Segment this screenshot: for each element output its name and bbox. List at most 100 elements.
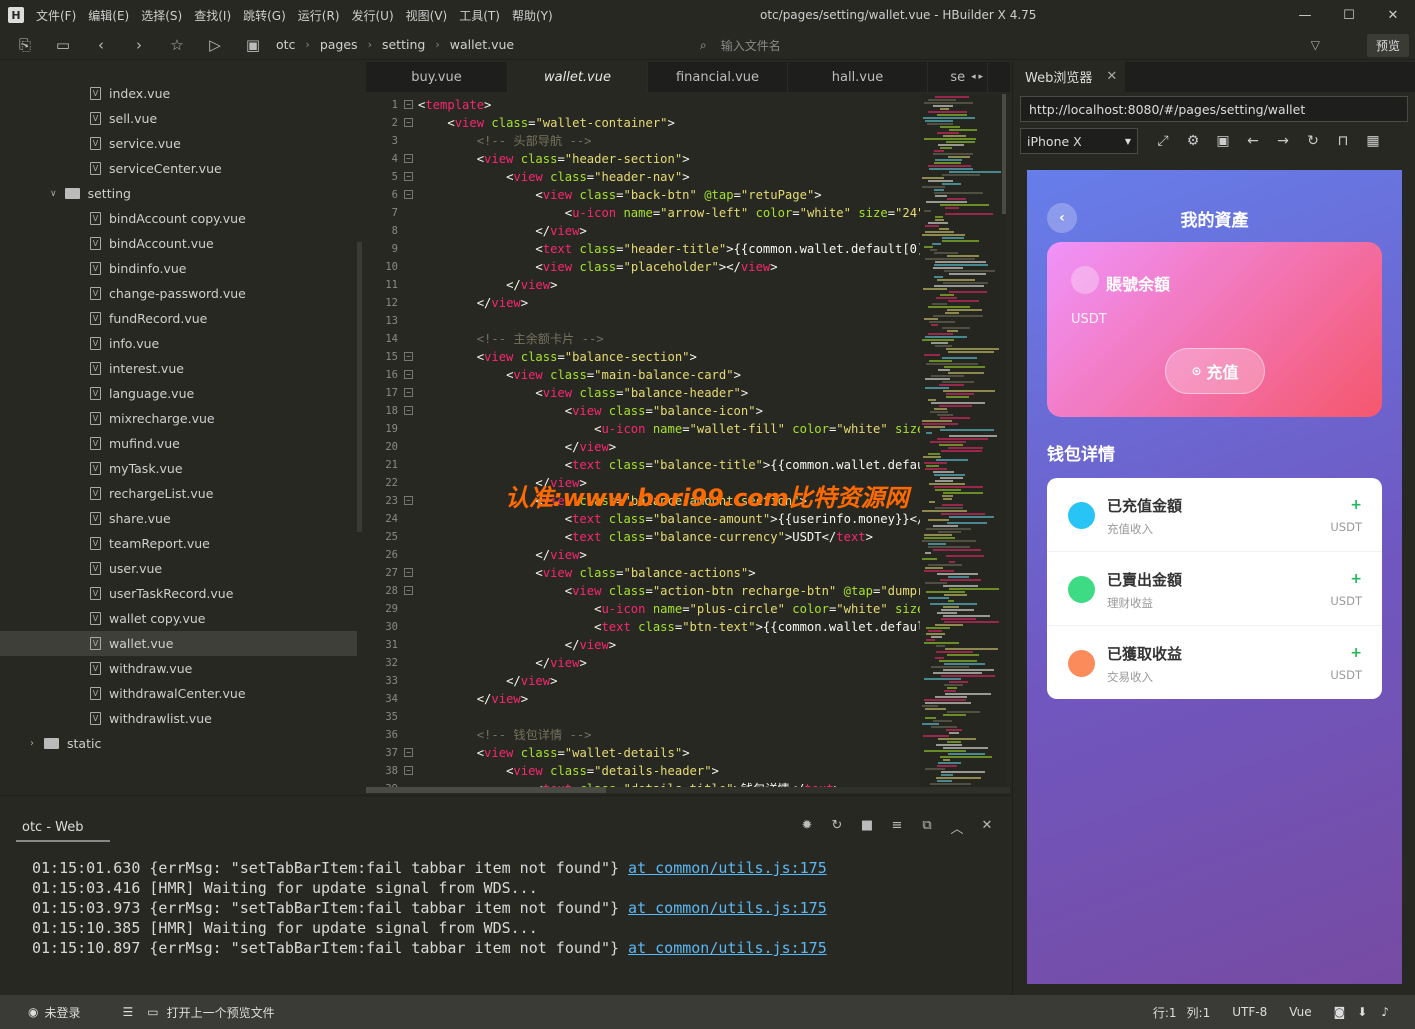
fold-icon[interactable]: −: [404, 496, 413, 505]
code-line[interactable]: 36 <!-- 钱包详情 -->: [366, 726, 1010, 744]
close-icon[interactable]: ✕: [1371, 0, 1415, 30]
restart-icon[interactable]: ↻: [822, 818, 852, 837]
file-item[interactable]: VteamReport.vue: [0, 531, 357, 556]
code-line[interactable]: 3 <!-- 头部导航 -->: [366, 132, 1010, 150]
filter-icon[interactable]: ▽: [1311, 38, 1320, 52]
log-source-link[interactable]: at common/utils.js:175: [628, 939, 827, 957]
code-line[interactable]: 21 <text class="balance-title">{{common.…: [366, 456, 1010, 474]
stop-icon[interactable]: ■: [852, 818, 882, 837]
menu-select[interactable]: 选择(S): [141, 7, 182, 24]
recharge-button[interactable]: ⊙ 充值: [1165, 348, 1265, 394]
bell-icon[interactable]: ♪: [1381, 1005, 1389, 1019]
new-file-icon[interactable]: ⎘: [12, 33, 38, 57]
code-line[interactable]: 26 </view>: [366, 546, 1010, 564]
editor-horizontal-scrollbar[interactable]: [366, 787, 1010, 793]
code-line[interactable]: 25 <text class="balance-currency">USDT</…: [366, 528, 1010, 546]
code-line[interactable]: 29 <u-icon name="plus-circle" color="whi…: [366, 600, 1010, 618]
code-line[interactable]: 30 <text class="btn-text">{{common.walle…: [366, 618, 1010, 636]
detail-row[interactable]: 已充值金額 充值收入 + USDT: [1047, 478, 1382, 552]
fold-icon[interactable]: −: [404, 748, 413, 757]
save-icon[interactable]: ▭: [50, 33, 76, 57]
breadcrumb-otc[interactable]: otc: [276, 37, 295, 52]
fold-icon[interactable]: −: [404, 172, 413, 181]
rotate-icon[interactable]: ⤢: [1148, 133, 1178, 149]
maximize-icon[interactable]: ☐: [1327, 0, 1371, 30]
menu-publish[interactable]: 发行(U): [352, 7, 394, 24]
file-item[interactable]: Vwallet copy.vue: [0, 606, 357, 631]
minimap[interactable]: [920, 94, 1006, 790]
code-line[interactable]: 16− <view class="main-balance-card">: [366, 366, 1010, 384]
list-icon[interactable]: ☰: [123, 1005, 134, 1019]
code-line[interactable]: 12 </view>: [366, 294, 1010, 312]
console-tab[interactable]: otc - Web: [22, 820, 84, 835]
minimap-scrollbar[interactable]: [1002, 94, 1006, 214]
code-line[interactable]: 35: [366, 708, 1010, 726]
clear-icon[interactable]: ✕: [972, 818, 1002, 837]
file-item[interactable]: Vwithdraw.vue: [0, 656, 357, 681]
preview-button[interactable]: 预览: [1366, 34, 1409, 57]
menu-edit[interactable]: 编辑(E): [88, 7, 129, 24]
filter-log-icon[interactable]: ≡: [882, 818, 912, 837]
encoding[interactable]: UTF-8: [1232, 1005, 1267, 1019]
file-item[interactable]: Vchange-password.vue: [0, 281, 357, 306]
code-line[interactable]: 13: [366, 312, 1010, 330]
menu-tools[interactable]: 工具(T): [459, 7, 500, 24]
project-icon[interactable]: ▣: [240, 33, 266, 57]
file-item[interactable]: Vsell.vue: [0, 106, 357, 131]
detail-row[interactable]: 已賣出金額 理财收益 + USDT: [1047, 552, 1382, 626]
folder-item-setting[interactable]: ∨ setting: [0, 181, 357, 206]
file-item[interactable]: Vinterest.vue: [0, 356, 357, 381]
open-last-preview[interactable]: 打开上一个预览文件: [167, 1004, 275, 1021]
menu-help[interactable]: 帮助(Y): [512, 7, 553, 24]
code-line[interactable]: 9 <text class="header-title">{{common.wa…: [366, 240, 1010, 258]
file-item[interactable]: Vindex.vue: [0, 81, 357, 106]
fold-icon[interactable]: −: [404, 370, 413, 379]
log-source-link[interactable]: at common/utils.js:175: [628, 899, 827, 917]
tab-scroll-icon[interactable]: ◂ ▸: [971, 72, 983, 82]
code-line[interactable]: 15− <view class="balance-section">: [366, 348, 1010, 366]
device-select[interactable]: iPhone X ▼: [1020, 128, 1138, 154]
code-line[interactable]: 37− <view class="wallet-details">: [366, 744, 1010, 762]
code-line[interactable]: 11 </view>: [366, 276, 1010, 294]
file-item[interactable]: VbindAccount.vue: [0, 231, 357, 256]
code-line[interactable]: 38− <view class="details-header">: [366, 762, 1010, 780]
code-line[interactable]: 2− <view class="wallet-container">: [366, 114, 1010, 132]
tab-wallet[interactable]: wallet.vue: [508, 62, 648, 92]
code-line[interactable]: 32 </view>: [366, 654, 1010, 672]
preview-file-icon[interactable]: ▭: [147, 1005, 158, 1019]
chat-icon[interactable]: ◙: [1334, 1005, 1346, 1019]
menu-view[interactable]: 视图(V): [406, 7, 448, 24]
code-line[interactable]: 20 </view>: [366, 438, 1010, 456]
code-line[interactable]: 14 <!-- 主余额卡片 -->: [366, 330, 1010, 348]
sidebar-scrollbar[interactable]: [357, 242, 362, 532]
run-icon[interactable]: ▷: [202, 33, 228, 57]
folder-item-static[interactable]: › static: [0, 731, 357, 756]
fold-icon[interactable]: −: [404, 190, 413, 199]
file-search-input[interactable]: ⌕ 输入文件名 ▽: [700, 33, 1320, 57]
menu-find[interactable]: 查找(I): [194, 7, 231, 24]
code-line[interactable]: 33 </view>: [366, 672, 1010, 690]
tab-financial[interactable]: financial.vue: [648, 62, 788, 92]
browser-forward-icon[interactable]: →: [1268, 133, 1298, 149]
reload-icon[interactable]: ↻: [1298, 133, 1328, 149]
file-item[interactable]: VbindAccount copy.vue: [0, 206, 357, 231]
file-item[interactable]: Vuser.vue: [0, 556, 357, 581]
back-icon[interactable]: ‹: [88, 33, 114, 57]
forward-icon[interactable]: ›: [126, 33, 152, 57]
code-line[interactable]: 4− <view class="header-section">: [366, 150, 1010, 168]
fold-icon[interactable]: −: [404, 154, 413, 163]
login-status[interactable]: 未登录: [44, 1004, 80, 1021]
fold-icon[interactable]: −: [404, 118, 413, 127]
file-item[interactable]: VuserTaskRecord.vue: [0, 581, 357, 606]
browser-tab-close-icon[interactable]: ✕: [1106, 69, 1117, 84]
star-icon[interactable]: ☆: [164, 33, 190, 57]
code-editor[interactable]: 1− <template> 2− <view class="wallet-conta…: [366, 92, 1010, 792]
browser-tab[interactable]: Web浏览器 ✕: [1013, 62, 1125, 92]
fold-icon[interactable]: −: [404, 100, 413, 109]
breadcrumb-pages[interactable]: pages: [320, 37, 358, 52]
devtools-icon[interactable]: ▣: [1208, 133, 1238, 149]
code-line[interactable]: 34 </view>: [366, 690, 1010, 708]
detail-row[interactable]: 已獲取收益 交易收入 + USDT: [1047, 626, 1382, 699]
bug-icon[interactable]: ✹: [792, 818, 822, 837]
code-line[interactable]: 10 <view class="placeholder"></view>: [366, 258, 1010, 276]
